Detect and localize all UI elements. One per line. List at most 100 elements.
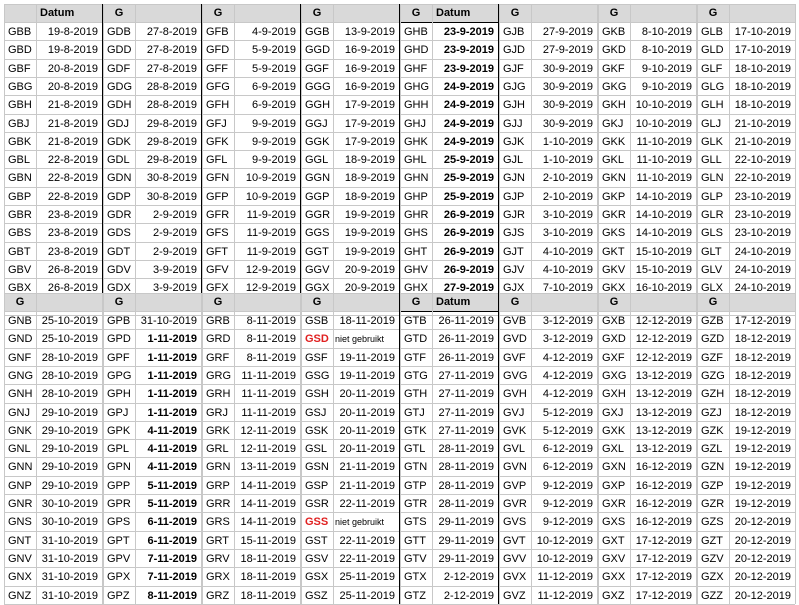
- date-cell[interactable]: 13-12-2019: [630, 404, 696, 422]
- code-cell[interactable]: GST: [301, 532, 333, 550]
- code-cell[interactable]: GLB: [697, 23, 729, 41]
- date-cell[interactable]: 10-9-2019: [234, 188, 300, 206]
- date-cell[interactable]: 19-8-2019: [36, 41, 102, 59]
- code-cell[interactable]: GVF: [499, 349, 531, 367]
- date-cell[interactable]: 3-10-2019: [531, 224, 597, 242]
- date-cell[interactable]: 29-10-2019: [36, 404, 102, 422]
- date-cell[interactable]: 1-11-2019: [135, 385, 201, 403]
- date-cell[interactable]: 13-12-2019: [630, 440, 696, 458]
- date-cell[interactable]: 22-8-2019: [36, 169, 102, 187]
- code-cell[interactable]: GKL: [598, 151, 630, 169]
- code-cell[interactable]: GFL: [202, 151, 234, 169]
- code-cell[interactable]: GGL: [301, 151, 333, 169]
- code-cell[interactable]: GFT: [202, 243, 234, 261]
- date-cell[interactable]: 19-9-2019: [333, 206, 399, 224]
- code-cell[interactable]: GDG: [103, 78, 135, 96]
- date-cell[interactable]: 19-12-2019: [729, 495, 795, 513]
- date-cell[interactable]: 6-12-2019: [531, 458, 597, 476]
- code-cell[interactable]: GPH: [103, 385, 135, 403]
- code-cell[interactable]: GDL: [103, 151, 135, 169]
- code-cell[interactable]: GVV: [499, 550, 531, 568]
- code-cell[interactable]: GTV: [400, 550, 432, 568]
- code-cell[interactable]: GGV: [301, 261, 333, 279]
- code-cell[interactable]: GFD: [202, 41, 234, 59]
- date-cell[interactable]: 22-10-2019: [729, 151, 795, 169]
- not-used-label[interactable]: niet gebruikt: [333, 513, 399, 531]
- code-cell[interactable]: GKV: [598, 261, 630, 279]
- code-cell[interactable]: GZR: [697, 495, 729, 513]
- code-cell[interactable]: GRJ: [202, 404, 234, 422]
- code-cell[interactable]: GVR: [499, 495, 531, 513]
- date-cell[interactable]: 29-11-2019: [432, 532, 498, 550]
- code-cell[interactable]: GGJ: [301, 115, 333, 133]
- code-cell[interactable]: GBF: [4, 60, 36, 78]
- date-cell[interactable]: 20-11-2019: [333, 385, 399, 403]
- date-cell[interactable]: 22-8-2019: [36, 151, 102, 169]
- date-cell[interactable]: 29-11-2019: [432, 550, 498, 568]
- code-cell[interactable]: GRR: [202, 495, 234, 513]
- code-cell[interactable]: GJJ: [499, 115, 531, 133]
- code-cell[interactable]: GDR: [103, 206, 135, 224]
- date-cell[interactable]: 27-9-2019: [531, 23, 597, 41]
- code-cell[interactable]: GSD: [301, 330, 333, 348]
- date-cell[interactable]: 6-11-2019: [135, 513, 201, 531]
- date-cell[interactable]: 18-12-2019: [729, 330, 795, 348]
- code-cell[interactable]: GNV: [4, 550, 36, 568]
- date-cell[interactable]: 4-10-2019: [531, 243, 597, 261]
- code-cell[interactable]: GFP: [202, 188, 234, 206]
- date-cell[interactable]: 30-9-2019: [531, 60, 597, 78]
- code-cell[interactable]: GVT: [499, 532, 531, 550]
- code-cell[interactable]: GPT: [103, 532, 135, 550]
- date-cell[interactable]: 24-9-2019: [432, 78, 498, 96]
- date-cell[interactable]: 23-8-2019: [36, 206, 102, 224]
- code-cell[interactable]: GPB: [103, 312, 135, 330]
- date-cell[interactable]: 4-11-2019: [135, 440, 201, 458]
- date-cell[interactable]: 11-10-2019: [630, 169, 696, 187]
- date-cell[interactable]: 2-9-2019: [135, 206, 201, 224]
- code-cell[interactable]: GKR: [598, 206, 630, 224]
- date-cell[interactable]: 4-11-2019: [135, 422, 201, 440]
- date-cell[interactable]: 2-9-2019: [135, 224, 201, 242]
- date-cell[interactable]: 17-12-2019: [630, 568, 696, 586]
- date-cell[interactable]: 6-9-2019: [234, 96, 300, 114]
- date-cell[interactable]: 11-11-2019: [234, 404, 300, 422]
- date-cell[interactable]: 16-12-2019: [630, 513, 696, 531]
- date-cell[interactable]: 13-11-2019: [234, 458, 300, 476]
- code-cell[interactable]: GHR: [400, 206, 432, 224]
- code-cell[interactable]: GNZ: [4, 587, 36, 605]
- date-cell[interactable]: 17-12-2019: [630, 550, 696, 568]
- code-cell[interactable]: GGF: [301, 60, 333, 78]
- code-cell[interactable]: GVD: [499, 330, 531, 348]
- date-cell[interactable]: 28-8-2019: [135, 78, 201, 96]
- date-cell[interactable]: 3-10-2019: [531, 206, 597, 224]
- code-cell[interactable]: GTG: [400, 367, 432, 385]
- code-cell[interactable]: GKS: [598, 224, 630, 242]
- code-cell[interactable]: GGD: [301, 41, 333, 59]
- date-cell[interactable]: 30-8-2019: [135, 188, 201, 206]
- date-cell[interactable]: 16-12-2019: [630, 477, 696, 495]
- date-cell[interactable]: 17-12-2019: [630, 532, 696, 550]
- code-cell[interactable]: GDH: [103, 96, 135, 114]
- date-cell[interactable]: 25-10-2019: [36, 312, 102, 330]
- date-cell[interactable]: 23-9-2019: [432, 60, 498, 78]
- code-cell[interactable]: GTR: [400, 495, 432, 513]
- code-cell[interactable]: GPL: [103, 440, 135, 458]
- date-cell[interactable]: 24-9-2019: [432, 96, 498, 114]
- date-cell[interactable]: 17-9-2019: [333, 96, 399, 114]
- date-cell[interactable]: 4-12-2019: [531, 367, 597, 385]
- code-cell[interactable]: GRD: [202, 330, 234, 348]
- code-cell[interactable]: GNX: [4, 568, 36, 586]
- code-cell[interactable]: GXL: [598, 440, 630, 458]
- date-cell[interactable]: 16-12-2019: [630, 458, 696, 476]
- date-cell[interactable]: 15-11-2019: [234, 532, 300, 550]
- code-cell[interactable]: GGH: [301, 96, 333, 114]
- code-cell[interactable]: GVL: [499, 440, 531, 458]
- date-cell[interactable]: 19-9-2019: [333, 224, 399, 242]
- date-cell[interactable]: 12-12-2019: [630, 312, 696, 330]
- date-cell[interactable]: 26-9-2019: [432, 206, 498, 224]
- code-cell[interactable]: GJN: [499, 169, 531, 187]
- date-cell[interactable]: 25-9-2019: [432, 169, 498, 187]
- date-cell[interactable]: 17-10-2019: [729, 23, 795, 41]
- code-cell[interactable]: GZD: [697, 330, 729, 348]
- date-cell[interactable]: 19-12-2019: [729, 440, 795, 458]
